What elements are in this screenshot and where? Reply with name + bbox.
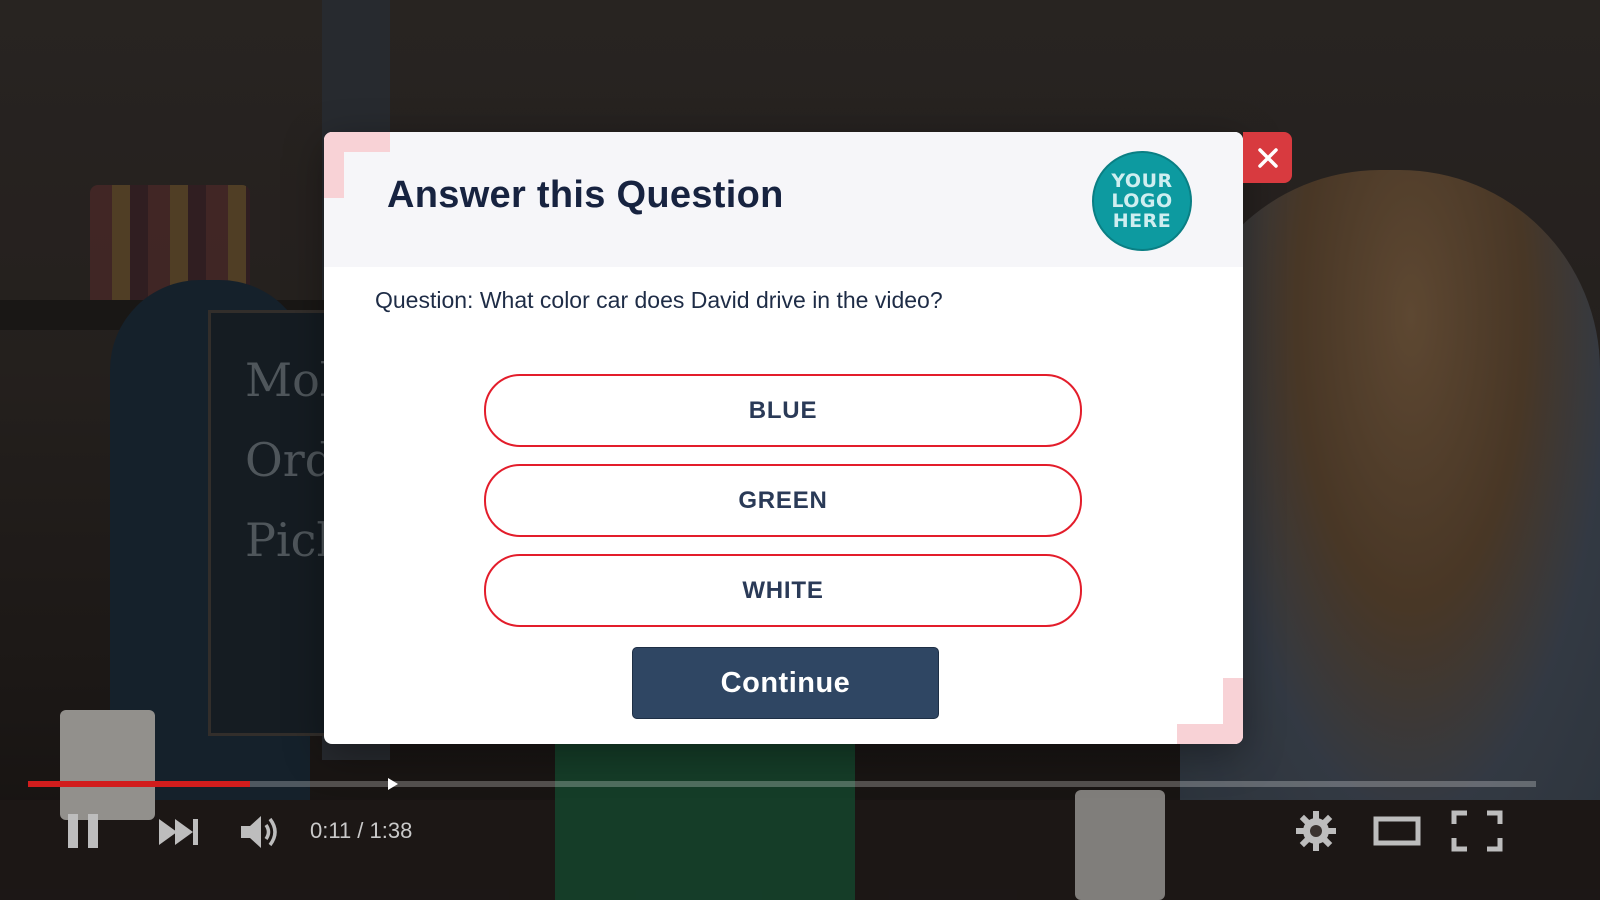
player-controls xyxy=(0,795,1600,865)
pause-icon xyxy=(68,814,98,848)
logo-text: YOUR LOGO HERE xyxy=(1111,170,1173,232)
option-green-button[interactable]: GREEN xyxy=(484,464,1082,537)
fullscreen-icon xyxy=(1451,810,1503,852)
next-icon xyxy=(159,819,198,845)
settings-icon xyxy=(1296,811,1336,851)
time-display: 0:11 / 1:38 xyxy=(310,818,413,843)
theater-mode-button[interactable] xyxy=(1372,813,1422,849)
corner-decoration-top-left xyxy=(324,132,390,198)
option-white-button[interactable]: WHITE xyxy=(484,554,1082,627)
volume-icon xyxy=(241,816,277,848)
answer-options: BLUE GREEN WHITE xyxy=(484,374,1082,644)
close-button[interactable] xyxy=(1243,132,1292,183)
close-icon xyxy=(1257,147,1278,168)
settings-button[interactable] xyxy=(1294,809,1338,853)
option-blue-button[interactable]: BLUE xyxy=(484,374,1082,447)
progress-bar[interactable] xyxy=(28,781,1536,787)
logo-placeholder: YOUR LOGO HERE xyxy=(1092,151,1192,251)
fullscreen-button[interactable] xyxy=(1450,809,1504,853)
question-text: Question: What color car does David driv… xyxy=(375,287,943,313)
theater-mode-icon xyxy=(1373,816,1421,846)
modal-title: Answer this Question xyxy=(387,174,784,216)
progress-bar-played xyxy=(28,781,250,787)
next-button[interactable] xyxy=(156,815,202,849)
corner-decoration-bottom-right xyxy=(1177,678,1243,744)
question-modal: Answer this Question YOUR LOGO HERE Ques… xyxy=(324,132,1243,744)
continue-button[interactable]: Continue xyxy=(632,647,939,719)
volume-button[interactable] xyxy=(238,810,282,854)
seek-marker[interactable] xyxy=(388,778,398,790)
pause-button[interactable] xyxy=(62,810,104,852)
